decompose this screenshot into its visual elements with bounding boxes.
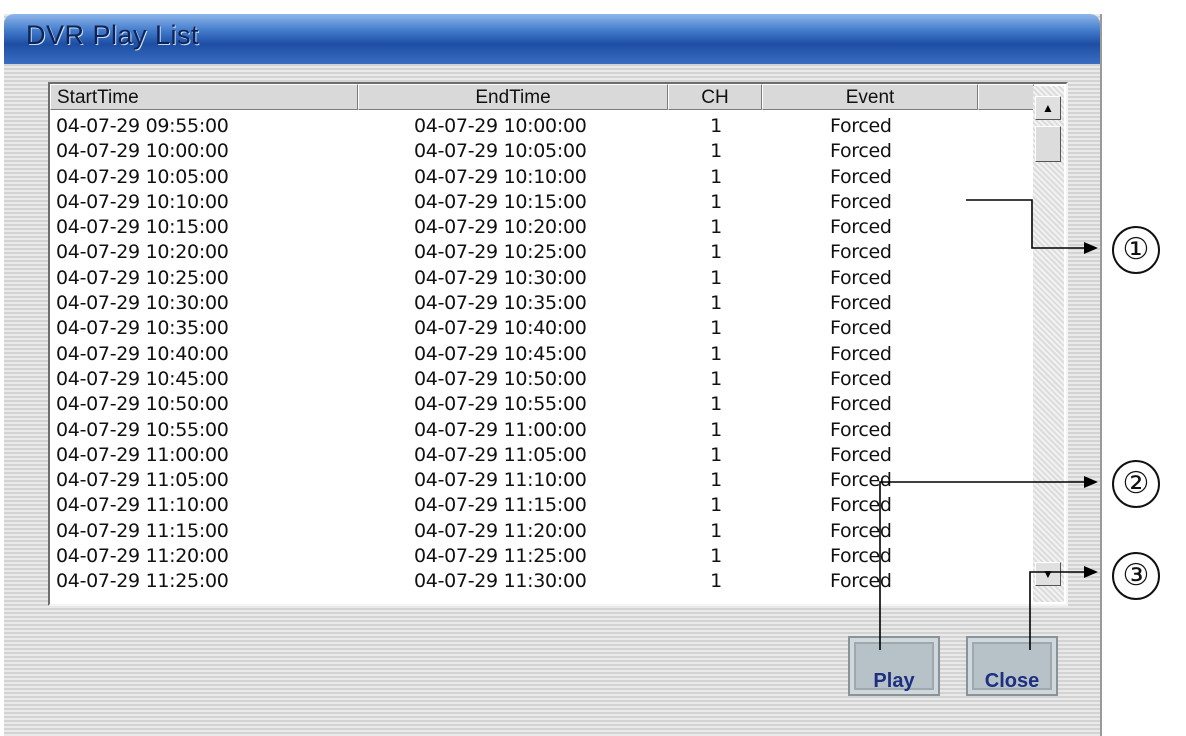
callout-2: ② [1112,460,1160,508]
callout-1: ① [1112,226,1160,274]
callout-lines [879,199,1098,650]
callout-3: ③ [1112,552,1160,600]
